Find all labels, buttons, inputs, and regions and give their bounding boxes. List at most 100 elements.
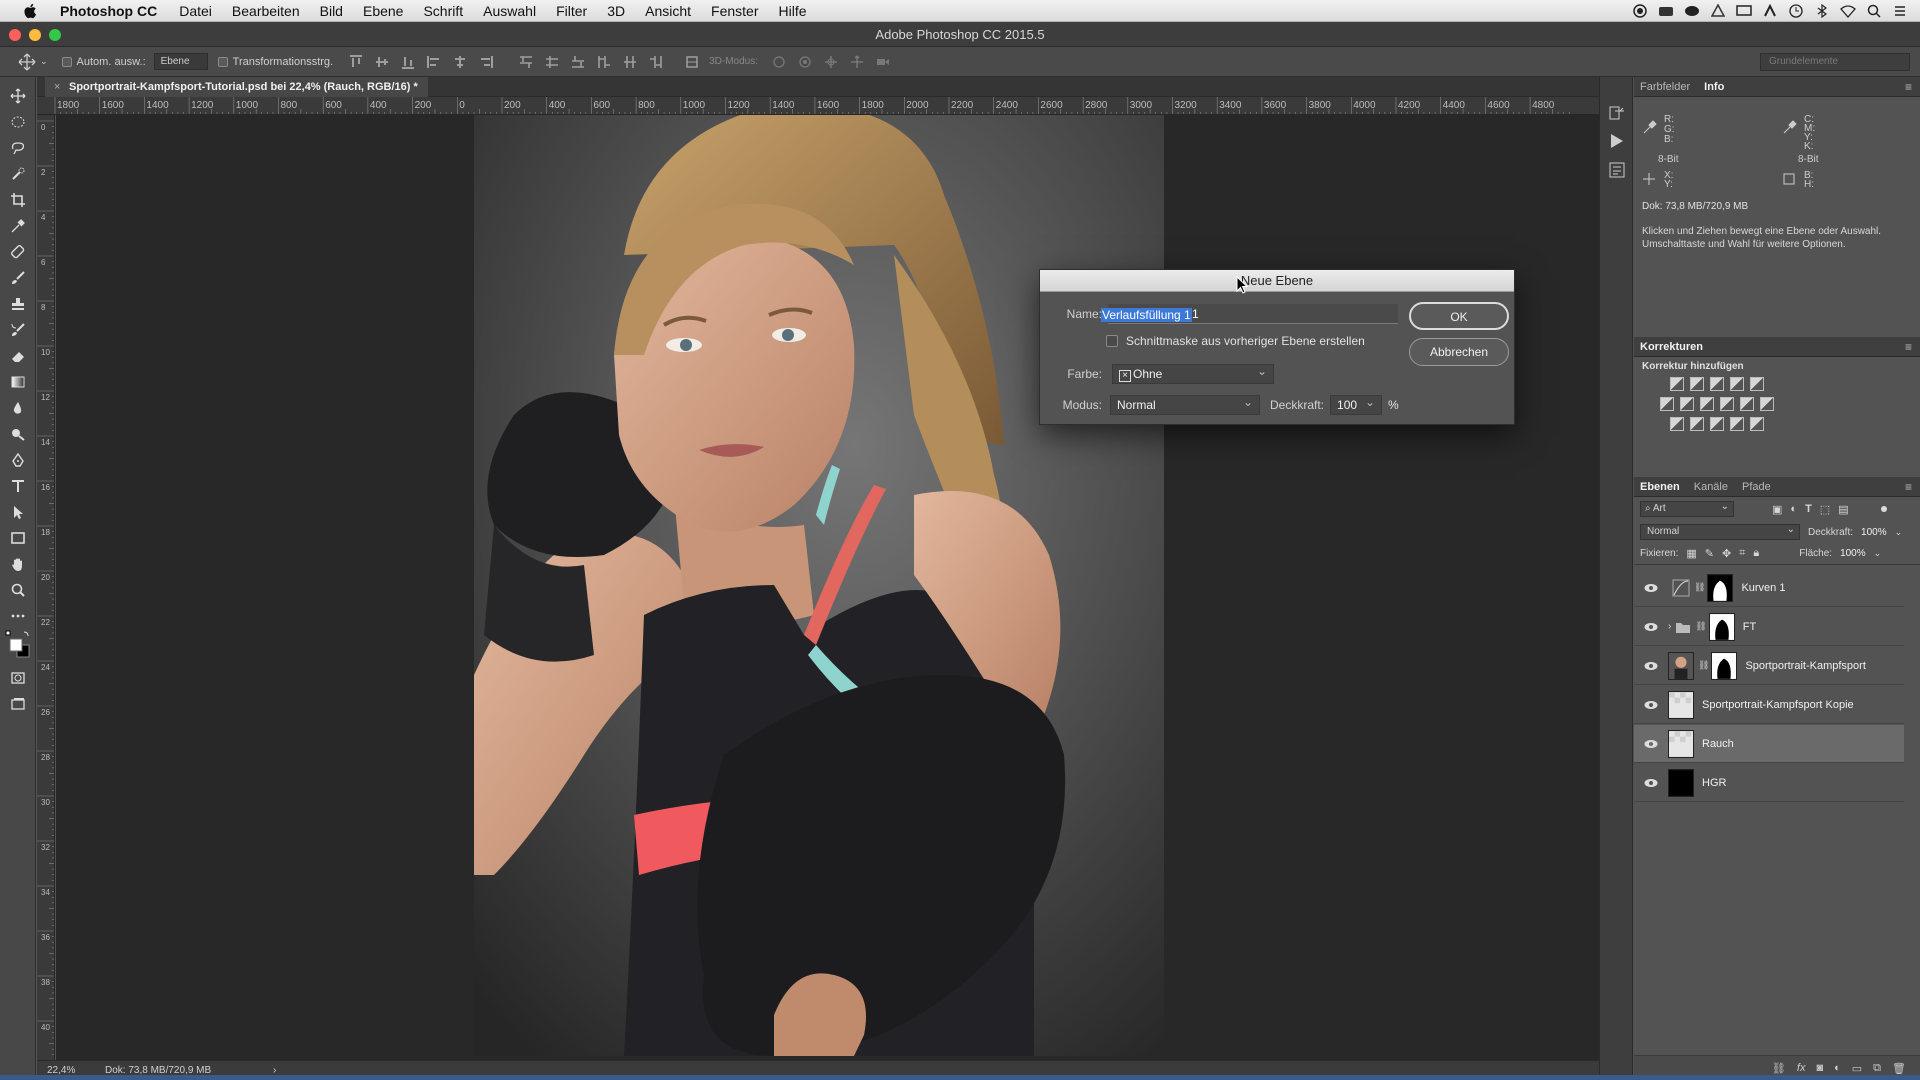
layer-transparent-thumbnail[interactable]: [1668, 690, 1694, 719]
align-vcenter-icon[interactable]: [375, 55, 389, 69]
tab-pfade[interactable]: Pfade: [1742, 481, 1771, 493]
app-menu[interactable]: Photoshop CC: [60, 3, 157, 19]
document-tab[interactable]: × Sportportrait-Kampfsport-Tutorial.psd …: [45, 77, 428, 97]
color-lookup-adjustment-icon[interactable]: [1760, 397, 1774, 411]
tool-path-selection[interactable]: [0, 499, 36, 525]
menu-auswahl[interactable]: Auswahl: [483, 3, 536, 19]
layer-mask-thumbnail[interactable]: [1707, 573, 1734, 602]
layer-filter-dropdown[interactable]: ⌕ Art ⌄: [1640, 501, 1734, 517]
posterize-adjustment-icon[interactable]: [1690, 417, 1704, 431]
tool-history-brush[interactable]: [0, 317, 36, 343]
apple-icon[interactable]: [20, 2, 42, 20]
lock-position-icon[interactable]: ✥: [1722, 547, 1731, 560]
tool-marquee[interactable]: [0, 109, 36, 135]
3d-pan-icon[interactable]: [824, 55, 838, 69]
threshold-adjustment-icon[interactable]: [1710, 417, 1724, 431]
tool-preset-chevron-icon[interactable]: ⌄: [40, 56, 48, 67]
script-icon[interactable]: [1762, 3, 1778, 19]
menu-hilfe[interactable]: Hilfe: [779, 3, 807, 19]
distribute-left-icon[interactable]: [597, 55, 611, 69]
color-dropdown[interactable]: × Ohne: [1112, 362, 1274, 384]
menu-ansicht[interactable]: Ansicht: [645, 3, 691, 19]
vertical-ruler[interactable]: 0 2 4 6 8 10 12 14 16 18 20 22 24 26 28 30 32 34 36 38 40: [37, 115, 55, 1060]
layer-opacity-value[interactable]: 100%: [1861, 527, 1887, 538]
layer-row-ft[interactable]: › ⛓ FT: [1634, 608, 1904, 646]
clip-mask-checkbox[interactable]: [1106, 335, 1118, 347]
mode-dropdown[interactable]: Normal: [1110, 393, 1260, 415]
visibility-eye-icon[interactable]: [1644, 622, 1658, 632]
color-swatches[interactable]: [0, 629, 36, 665]
tab-farbfelder[interactable]: Farbfelder: [1640, 81, 1690, 93]
distribute-bottom-icon[interactable]: [571, 55, 585, 69]
exposure-adjustment-icon[interactable]: [1730, 377, 1744, 391]
group-expand-chevron-icon[interactable]: ›: [1668, 621, 1671, 632]
filter-adjustment-icon[interactable]: ◐: [1790, 503, 1797, 515]
fill-value[interactable]: 100%: [1840, 548, 1866, 559]
align-right-icon[interactable]: [479, 55, 494, 69]
align-hcenter-icon[interactable]: [453, 55, 467, 69]
levels-adjustment-icon[interactable]: [1690, 377, 1704, 391]
layer-black-thumbnail[interactable]: [1668, 768, 1694, 797]
layer-row-kurven[interactable]: ⛓ Kurven 1: [1634, 569, 1904, 607]
record-icon[interactable]: [1632, 3, 1648, 19]
layer-row-rauch-selected[interactable]: Rauch: [1634, 725, 1904, 763]
layer-transparent-thumbnail[interactable]: [1668, 729, 1694, 758]
spotlight-search-icon[interactable]: [1866, 3, 1882, 19]
wifi-icon[interactable]: [1840, 3, 1856, 19]
tool-healing[interactable]: [0, 239, 36, 265]
lock-paint-icon[interactable]: ✎: [1705, 547, 1714, 560]
tab-ebenen[interactable]: Ebenen: [1640, 481, 1680, 493]
workspace-switcher[interactable]: Grundelemente: [1760, 53, 1910, 71]
filter-toggle-icon[interactable]: [1880, 506, 1887, 512]
hue-saturation-adjustment-icon[interactable]: [1660, 397, 1674, 411]
close-tab-icon[interactable]: ×: [54, 77, 60, 97]
screen-mode-button[interactable]: [0, 691, 36, 717]
ok-button[interactable]: OK: [1409, 302, 1509, 330]
move-tool-icon[interactable]: [18, 53, 36, 71]
menu-3d[interactable]: 3D: [607, 3, 625, 19]
layer-row-sportportrait[interactable]: ⛓ Sportportrait-Kampfsport: [1634, 647, 1904, 685]
blend-mode-dropdown[interactable]: Normal ⌄: [1640, 524, 1800, 540]
distribute-vcenter-icon[interactable]: [545, 55, 559, 69]
opacity-chevron-icon[interactable]: ⌄: [1895, 527, 1903, 538]
distribute-top-icon[interactable]: [519, 55, 533, 69]
horizontal-ruler[interactable]: 1800 1600 1400 1200 1000 800 600 400 200 0 200 400 6…: [37, 97, 1599, 115]
color-balance-adjustment-icon[interactable]: [1680, 397, 1694, 411]
visibility-eye-icon[interactable]: [1644, 583, 1658, 593]
align-bottom-icon[interactable]: [401, 55, 415, 69]
layer-row-sportportrait-kopie[interactable]: Sportportrait-Kampfsport Kopie: [1634, 686, 1904, 724]
curves-adjustment-icon[interactable]: [1710, 377, 1724, 391]
group-mask-thumbnail[interactable]: [1708, 612, 1735, 641]
bluetooth-icon[interactable]: [1814, 3, 1830, 19]
3d-slide-icon[interactable]: [850, 54, 864, 69]
invert-adjustment-icon[interactable]: [1670, 417, 1684, 431]
fill-chevron-icon[interactable]: ⌄: [1874, 548, 1882, 559]
gradient-map-adjustment-icon[interactable]: [1730, 417, 1744, 431]
distribute-hcenter-icon[interactable]: [623, 55, 637, 69]
distribute-right-icon[interactable]: [649, 55, 663, 69]
transform-controls-checkbox[interactable]: [217, 56, 228, 67]
document-image[interactable]: [474, 115, 1164, 1056]
menu-bearbeiten[interactable]: Bearbeiten: [232, 3, 300, 19]
add-mask-icon[interactable]: ◙: [1816, 1062, 1823, 1074]
tab-kanaele[interactable]: Kanäle: [1694, 481, 1728, 493]
menu-bild[interactable]: Bild: [320, 3, 343, 19]
menu-datei[interactable]: Datei: [179, 3, 212, 19]
align-top-icon[interactable]: [349, 54, 363, 69]
filter-smartobject-icon[interactable]: ▤: [1838, 503, 1848, 516]
align-left-icon[interactable]: [427, 55, 441, 69]
brightness-adjustment-icon[interactable]: [1670, 377, 1684, 391]
properties-panel-button[interactable]: [1608, 161, 1626, 182]
autoselect-checkbox[interactable]: [61, 56, 72, 67]
channel-mixer-adjustment-icon[interactable]: [1740, 397, 1754, 411]
drive-icon[interactable]: [1710, 3, 1726, 19]
tool-crop[interactable]: [0, 187, 36, 213]
new-layer-icon[interactable]: ⧉: [1873, 1062, 1881, 1075]
visibility-eye-icon[interactable]: [1644, 661, 1658, 671]
3d-roll-icon[interactable]: [798, 55, 812, 69]
auto-align-icon[interactable]: [685, 55, 699, 69]
tool-hand[interactable]: [0, 551, 36, 577]
mask-link-icon[interactable]: ⛓: [1698, 660, 1709, 671]
network-icon[interactable]: [1658, 3, 1674, 19]
canvas-area[interactable]: [56, 115, 1599, 1060]
